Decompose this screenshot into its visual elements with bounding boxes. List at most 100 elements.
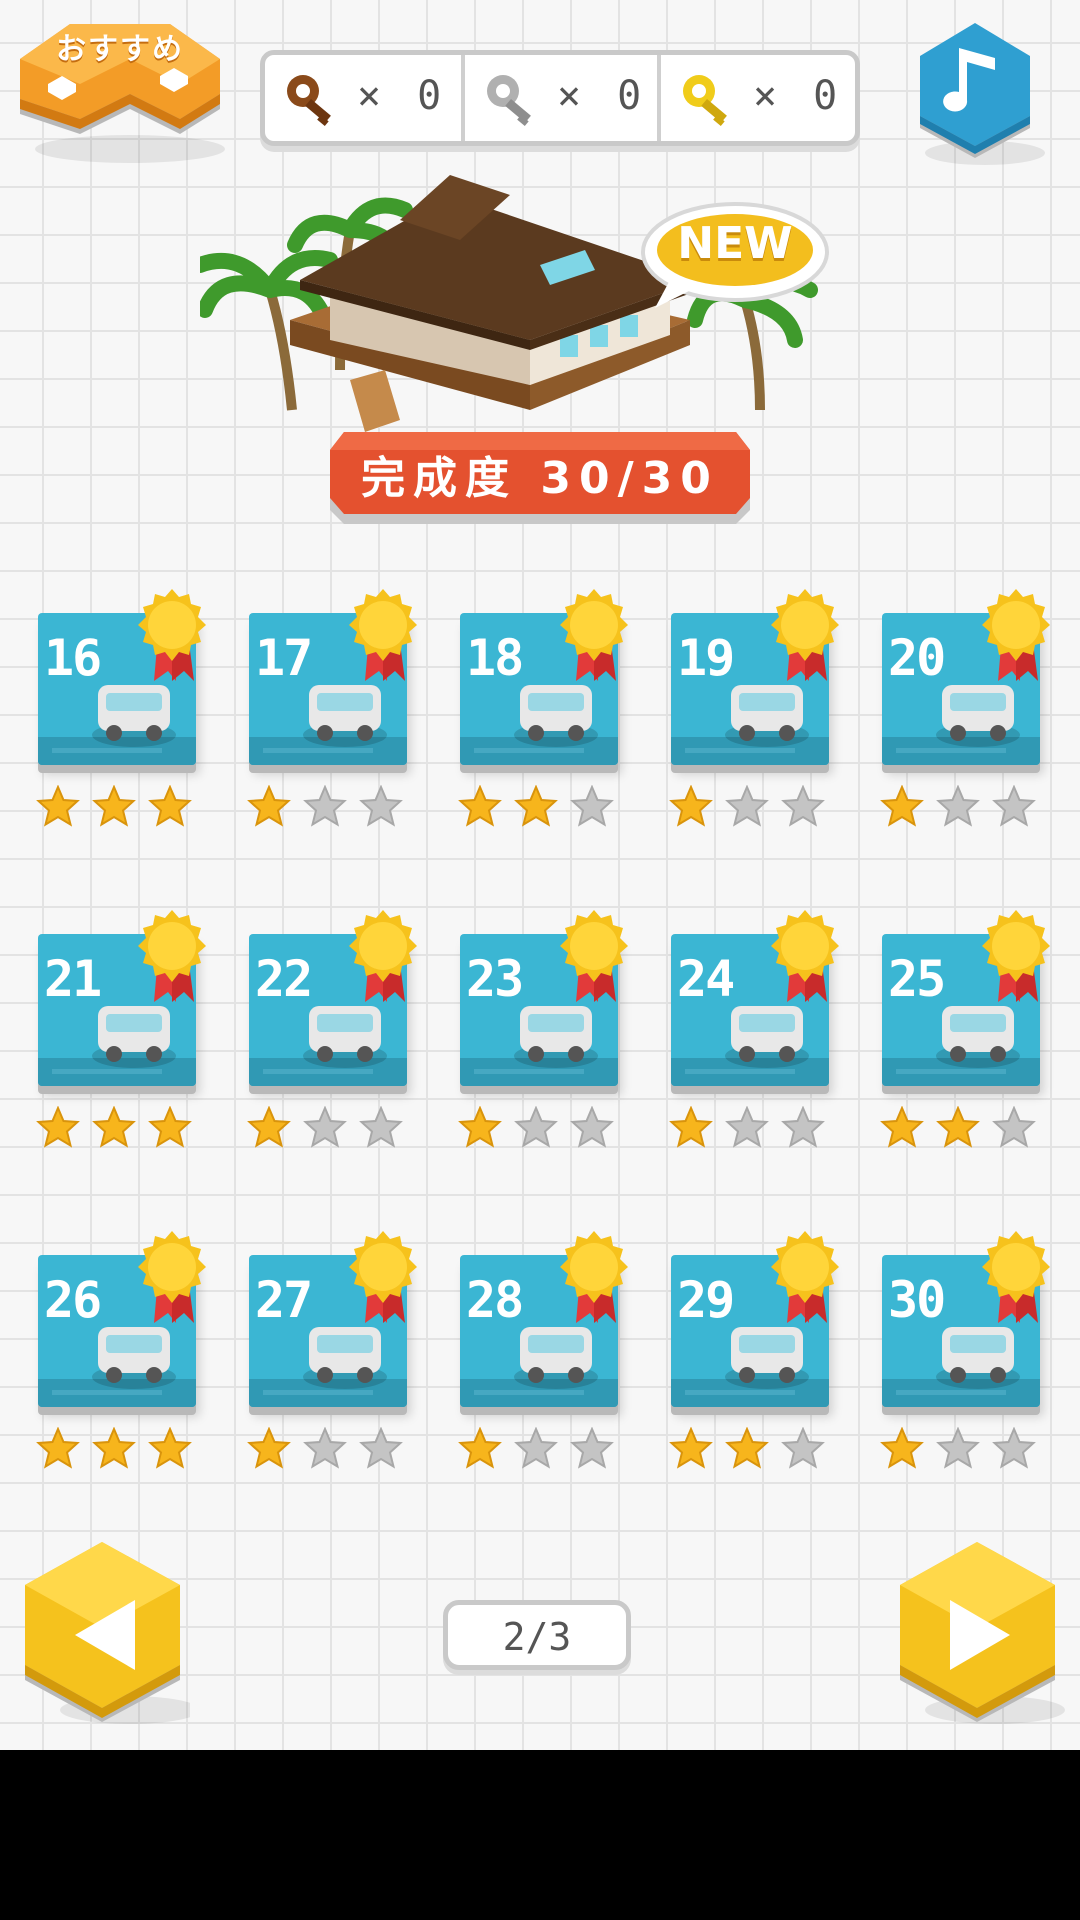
level-card-26[interactable]: 26	[28, 1227, 206, 1472]
star-rating	[458, 1427, 628, 1471]
level-card-28[interactable]: 28	[450, 1227, 628, 1472]
star-empty-icon	[303, 1106, 347, 1148]
gold-key-count: × 0	[753, 73, 844, 119]
star-empty-icon	[992, 1106, 1036, 1148]
level-number: 24	[677, 950, 735, 1008]
recommend-label: おすすめ	[56, 32, 184, 67]
level-card-19[interactable]: 19	[661, 585, 839, 830]
star-filled-icon	[148, 1427, 192, 1469]
gold-medal-icon	[138, 589, 206, 681]
gold-medal-icon	[982, 910, 1050, 1002]
star-filled-icon	[880, 1427, 924, 1469]
level-card-23[interactable]: 23	[450, 906, 628, 1151]
gold-medal-icon	[560, 1231, 628, 1323]
silver-key-count: × 0	[557, 73, 648, 119]
level-number: 25	[888, 950, 946, 1008]
star-filled-icon	[92, 1427, 136, 1469]
hero-house-illustration[interactable]: NEW	[192, 170, 840, 440]
system-bar-area	[0, 1750, 1080, 1920]
level-card-16[interactable]: 16	[28, 585, 206, 830]
star-empty-icon	[359, 785, 403, 827]
star-rating	[36, 1106, 206, 1150]
gold-key-icon	[683, 75, 727, 127]
bronze-key-counter: × 0	[265, 55, 461, 141]
level-card-22[interactable]: 22	[239, 906, 417, 1151]
beach-house-image	[192, 175, 829, 432]
page-indicator: 2/3	[443, 1600, 631, 1670]
level-number: 27	[255, 1271, 313, 1329]
star-filled-icon	[458, 785, 502, 827]
star-filled-icon	[36, 1106, 80, 1148]
star-empty-icon	[570, 1427, 614, 1469]
star-rating	[247, 1427, 417, 1471]
completion-badge: 完成度 30/30	[330, 432, 750, 524]
star-filled-icon	[247, 1427, 291, 1469]
gold-medal-icon	[349, 589, 417, 681]
gold-medal-icon	[138, 1231, 206, 1323]
star-rating	[36, 1427, 206, 1471]
star-empty-icon	[936, 1427, 980, 1469]
star-empty-icon	[781, 1427, 825, 1469]
star-rating	[669, 785, 839, 829]
bronze-key-icon	[287, 75, 331, 127]
star-filled-icon	[92, 785, 136, 827]
level-card-17[interactable]: 17	[239, 585, 417, 830]
star-rating	[669, 1427, 839, 1471]
page-indicator-text: 2/3	[502, 1615, 572, 1659]
gold-medal-icon	[982, 589, 1050, 681]
star-empty-icon	[570, 785, 614, 827]
star-empty-icon	[359, 1106, 403, 1148]
level-number: 22	[255, 950, 313, 1008]
key-counter-bar: × 0 × 0 × 0	[260, 50, 860, 146]
level-card-30[interactable]: 30	[872, 1227, 1050, 1472]
star-filled-icon	[669, 1427, 713, 1469]
level-card-29[interactable]: 29	[661, 1227, 839, 1472]
arrow-left-icon	[25, 1542, 200, 1724]
star-filled-icon	[725, 1427, 769, 1469]
star-filled-icon	[247, 1106, 291, 1148]
level-card-27[interactable]: 27	[239, 1227, 417, 1472]
star-empty-icon	[514, 1427, 558, 1469]
star-filled-icon	[936, 1106, 980, 1148]
star-filled-icon	[880, 785, 924, 827]
star-rating	[36, 785, 206, 829]
bronze-key-count: × 0	[357, 73, 448, 119]
star-rating	[247, 1106, 417, 1150]
level-select-screen: おすすめ × 0 × 0 × 0 NEW 完成度 30/30 16 17 18 …	[0, 0, 1080, 1750]
star-empty-icon	[725, 785, 769, 827]
level-number: 23	[466, 950, 524, 1008]
level-card-18[interactable]: 18	[450, 585, 628, 830]
gold-medal-icon	[138, 910, 206, 1002]
star-empty-icon	[936, 785, 980, 827]
level-card-21[interactable]: 21	[28, 906, 206, 1151]
star-filled-icon	[458, 1427, 502, 1469]
level-number: 29	[677, 1271, 735, 1329]
star-filled-icon	[148, 1106, 192, 1148]
gold-medal-icon	[982, 1231, 1050, 1323]
level-card-20[interactable]: 20	[872, 585, 1050, 830]
level-card-25[interactable]: 25	[872, 906, 1050, 1151]
star-filled-icon	[669, 785, 713, 827]
star-filled-icon	[669, 1106, 713, 1148]
next-page-button[interactable]	[895, 1540, 1065, 1730]
music-note-icon	[920, 23, 1045, 165]
completion-text: 完成度 30/30	[361, 453, 719, 504]
star-filled-icon	[36, 1427, 80, 1469]
level-card-24[interactable]: 24	[661, 906, 839, 1151]
level-number: 30	[888, 1271, 946, 1329]
star-empty-icon	[303, 1427, 347, 1469]
music-button[interactable]	[905, 18, 1045, 168]
recommend-button[interactable]: おすすめ	[10, 14, 225, 164]
star-filled-icon	[36, 785, 80, 827]
new-badge-label: NEW	[677, 218, 793, 269]
star-empty-icon	[725, 1106, 769, 1148]
star-empty-icon	[992, 1427, 1036, 1469]
gold-medal-icon	[771, 1231, 839, 1323]
gold-medal-icon	[349, 910, 417, 1002]
star-rating	[880, 785, 1050, 829]
star-empty-icon	[514, 1106, 558, 1148]
prev-page-button[interactable]	[20, 1540, 200, 1730]
star-empty-icon	[303, 785, 347, 827]
star-empty-icon	[359, 1427, 403, 1469]
star-rating	[880, 1427, 1050, 1471]
